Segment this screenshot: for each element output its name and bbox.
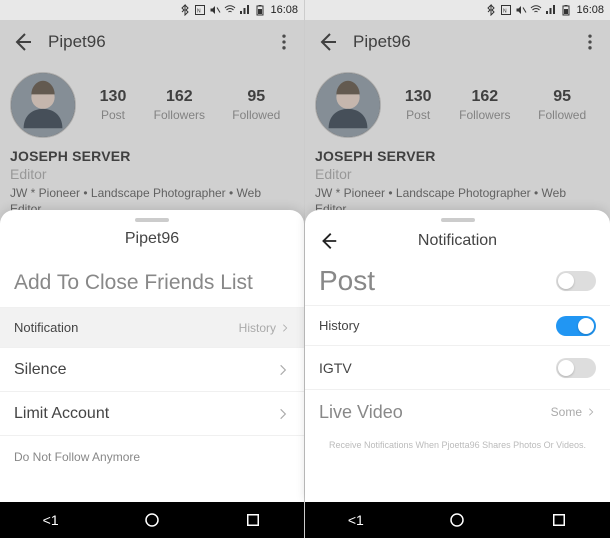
battery-icon <box>254 4 266 16</box>
header-username: Pipet96 <box>353 32 411 52</box>
signal-icon <box>545 4 557 16</box>
bluetooth-icon <box>179 4 191 16</box>
menu-limit[interactable]: Limit Account <box>0 392 304 436</box>
menu-live-video[interactable]: Live Video Some <box>305 390 610 434</box>
nav-home[interactable] <box>437 502 477 538</box>
wifi-icon <box>224 4 236 16</box>
status-bar: N 16:08 <box>305 0 610 20</box>
sheet-title: Pipet96 <box>0 226 304 258</box>
stat-following[interactable]: 95 Followed <box>538 88 586 122</box>
chevron-right-icon <box>280 323 290 333</box>
toggle-switch[interactable] <box>556 316 596 336</box>
toggle-post[interactable]: Post <box>305 256 610 306</box>
toggle-switch[interactable] <box>556 271 596 291</box>
display-name: JOSEPH SERVER <box>315 148 600 164</box>
avatar[interactable] <box>315 72 381 138</box>
chevron-right-icon <box>276 407 290 421</box>
status-time: 16:08 <box>270 4 298 16</box>
nav-bar: <1 <box>305 502 610 538</box>
mute-icon <box>209 4 221 16</box>
mute-icon <box>515 4 527 16</box>
menu-notification[interactable]: Notification History <box>0 308 304 348</box>
stat-followers[interactable]: 162 Followers <box>154 88 205 122</box>
stat-posts[interactable]: 130 Post <box>100 88 127 122</box>
status-bar: N 16:08 <box>0 0 304 20</box>
notification-sheet: Notification Post History IGTV Live Vide… <box>305 210 610 502</box>
profile-area: Pipet96 130 Post 162 Followers <box>0 20 304 227</box>
profile-role: Editor <box>315 166 600 182</box>
back-icon[interactable] <box>10 30 34 54</box>
action-sheet: Pipet96 Add To Close Friends List Notifi… <box>0 210 304 502</box>
toggle-switch[interactable] <box>556 358 596 378</box>
more-icon[interactable] <box>274 32 294 52</box>
sheet-back-button[interactable] <box>317 230 339 252</box>
sheet-handle[interactable] <box>135 218 169 222</box>
display-name: JOSEPH SERVER <box>10 148 294 164</box>
nav-bar: <1 <box>0 502 304 538</box>
sheet-handle[interactable] <box>441 218 475 222</box>
nav-back[interactable]: <1 <box>336 502 376 538</box>
signal-icon <box>239 4 251 16</box>
wifi-icon <box>530 4 542 16</box>
battery-icon <box>560 4 572 16</box>
nfc-icon: N <box>500 4 512 16</box>
sheet-footer-note: Receive Notifications When Pjoetta96 Sha… <box>305 434 610 456</box>
stat-following[interactable]: 95 Followed <box>232 88 280 122</box>
back-icon[interactable] <box>315 30 339 54</box>
stat-followers[interactable]: 162 Followers <box>459 88 510 122</box>
sheet-title: Notification <box>418 232 497 250</box>
nav-back[interactable]: <1 <box>31 502 71 538</box>
nav-recent[interactable] <box>539 502 579 538</box>
svg-text:N: N <box>197 9 201 15</box>
bluetooth-icon <box>485 4 497 16</box>
avatar[interactable] <box>10 72 76 138</box>
toggle-history[interactable]: History <box>305 306 610 346</box>
header-username: Pipet96 <box>48 32 106 52</box>
nfc-icon: N <box>194 4 206 16</box>
stat-posts[interactable]: 130 Post <box>405 88 432 122</box>
nav-recent[interactable] <box>233 502 273 538</box>
more-icon[interactable] <box>580 32 600 52</box>
menu-silence[interactable]: Silence <box>0 348 304 392</box>
profile-area: Pipet96 130 Post 162 Followers <box>305 20 610 227</box>
menu-close-friends[interactable]: Add To Close Friends List <box>0 258 304 308</box>
status-time: 16:08 <box>576 4 604 16</box>
svg-text:N: N <box>503 9 507 15</box>
chevron-right-icon <box>586 407 596 417</box>
toggle-igtv[interactable]: IGTV <box>305 346 610 390</box>
chevron-right-icon <box>276 363 290 377</box>
nav-home[interactable] <box>132 502 172 538</box>
profile-role: Editor <box>10 166 294 182</box>
menu-unfollow[interactable]: Do Not Follow Anymore <box>0 436 304 478</box>
